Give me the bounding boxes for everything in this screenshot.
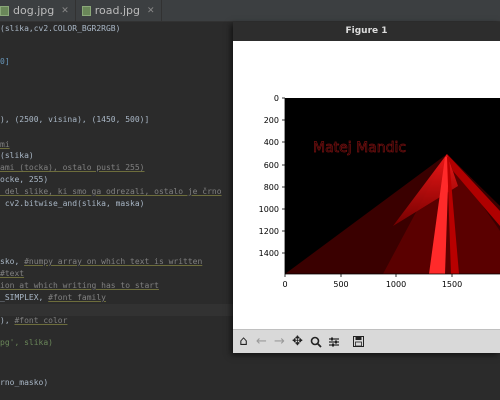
- figure-window[interactable]: Figure 1 Matej Mandic 0 200 400 600 800 …: [233, 22, 500, 353]
- y-tick-label: 200: [264, 116, 279, 125]
- image-file-icon: [0, 5, 9, 16]
- x-tick-label: 1500: [442, 280, 462, 289]
- x-tick-label: 1000: [386, 280, 406, 289]
- figure-title: Figure 1: [233, 22, 500, 41]
- y-tick-label: 0: [274, 94, 279, 103]
- plot-canvas: Matej Mandic 0 200 400 600 800 1000 1200: [259, 94, 500, 289]
- home-icon[interactable]: ⌂: [235, 333, 252, 351]
- image-file-icon: [81, 5, 91, 16]
- editor-tab-bar: dog.jpg ✕ road.jpg ✕: [0, 0, 500, 22]
- x-tick-label: 500: [333, 280, 348, 289]
- close-icon[interactable]: ✕: [61, 6, 69, 16]
- code-line: 0]: [0, 57, 10, 66]
- forward-arrow-icon[interactable]: →: [271, 333, 288, 351]
- y-tick-label: 400: [264, 138, 279, 147]
- zoom-icon[interactable]: [307, 333, 324, 351]
- y-tick-label: 800: [264, 183, 279, 192]
- code-line: #text: [0, 269, 25, 278]
- code-line: ami (tocka), ostalo pusti 255): [0, 163, 145, 172]
- back-arrow-icon[interactable]: ←: [253, 333, 270, 351]
- y-axis: 0 200 400 600 800 1000 1200 1400: [259, 94, 286, 274]
- code-line: (slika,cv2.COLOR_BGR2RGB): [0, 24, 121, 33]
- code-line: del slike, ki smo ga odrezali, ostalo je…: [0, 187, 222, 196]
- close-icon[interactable]: ✕: [147, 6, 155, 16]
- y-tick-label: 1000: [259, 205, 279, 214]
- code-line: ), (2500, visina), (1450, 500)]: [0, 115, 150, 124]
- code-line: rno_masko): [0, 378, 49, 387]
- code-line: sko, #numpy array on which text is writt…: [0, 257, 203, 266]
- code-line: (slika): [0, 151, 34, 160]
- code-line: ion at which writing has to start: [0, 281, 159, 290]
- configure-subplots-icon[interactable]: [325, 333, 342, 351]
- code-line: pg', slika): [0, 338, 53, 347]
- code-line: ocke, 255): [0, 175, 49, 184]
- x-tick-label: 0: [282, 280, 287, 289]
- y-tick-label: 1400: [259, 249, 279, 258]
- y-tick-label: 1200: [259, 227, 279, 236]
- code-line: _SIMPLEX, #font family: [0, 293, 106, 302]
- tab-dog-jpg[interactable]: dog.jpg ✕: [0, 0, 76, 21]
- x-axis: 0 500 1000 1500: [282, 273, 500, 289]
- navigation-toolbar: ⌂ ← → ✥: [233, 329, 500, 353]
- y-tick-label: 600: [264, 161, 279, 170]
- code-line: ), #font color: [0, 316, 68, 325]
- tab-label: road.jpg: [94, 4, 141, 17]
- save-icon[interactable]: [350, 333, 367, 351]
- image-text: Matej Mandic: [313, 140, 406, 156]
- plot-area[interactable]: Matej Mandic 0 200 400 600 800 1000 1200: [233, 41, 500, 329]
- tab-label: dog.jpg: [13, 4, 55, 17]
- pan-icon[interactable]: ✥: [289, 333, 306, 351]
- code-line: cv2.bitwise_and(slika, maska): [0, 199, 145, 208]
- tab-road-jpg[interactable]: road.jpg ✕: [76, 0, 162, 21]
